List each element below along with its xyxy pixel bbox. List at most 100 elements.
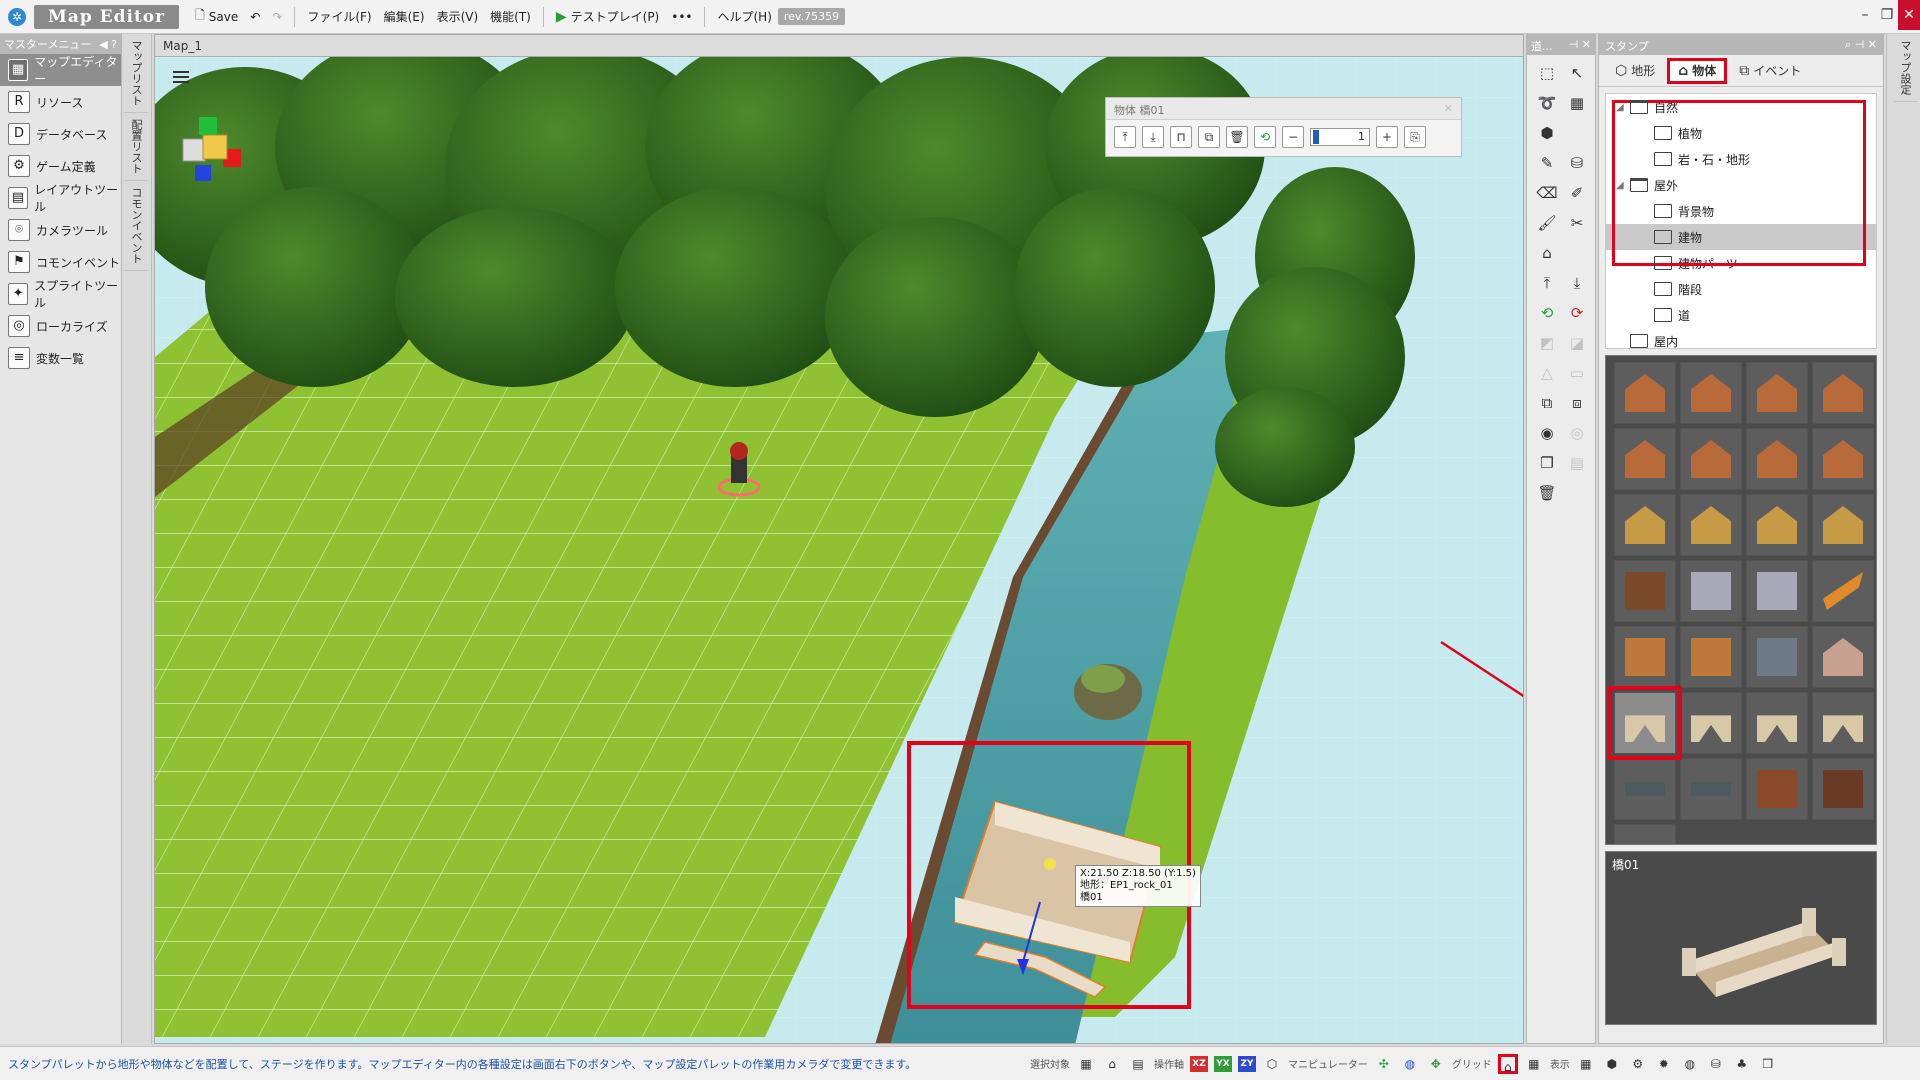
tree-item[interactable]: ◢ 屋外 bbox=[1606, 172, 1876, 198]
tree-item[interactable]: 植物 bbox=[1606, 120, 1876, 146]
save-button[interactable]: 🗋 Save bbox=[189, 4, 244, 30]
palette-item-hut-straw[interactable] bbox=[1614, 494, 1676, 556]
tab-object[interactable]: ⌂ 物体 bbox=[1667, 57, 1728, 84]
display-sun-icon[interactable]: ✹ bbox=[1654, 1054, 1674, 1074]
menu-item-game-definition[interactable]: ⚙ ゲーム定義 bbox=[0, 150, 121, 182]
lower-icon[interactable]: ⤓ bbox=[1142, 126, 1164, 148]
rotate-gizmo-icon[interactable]: ◍ bbox=[1400, 1054, 1420, 1074]
map-settings-tab[interactable]: マップ設定 bbox=[1886, 34, 1920, 1044]
palette-item-plank-dark-2[interactable] bbox=[1680, 758, 1742, 820]
tree-item[interactable]: 建物パーツ bbox=[1606, 250, 1876, 276]
eraser-icon[interactable]: ⌫ bbox=[1533, 179, 1561, 207]
rotate-tool-icon[interactable]: ⟲ bbox=[1533, 299, 1561, 327]
palette-item-house-dark-4[interactable] bbox=[1812, 428, 1874, 490]
palette-item-castle[interactable] bbox=[1680, 560, 1742, 622]
home-icon[interactable]: ⌂ bbox=[1533, 239, 1561, 267]
display-object-icon[interactable]: ⬢ bbox=[1602, 1054, 1622, 1074]
tab-placement-list[interactable]: 配置リスト bbox=[124, 113, 148, 181]
scale-gizmo-icon[interactable]: ✥ bbox=[1426, 1054, 1446, 1074]
menu-icon[interactable] bbox=[173, 69, 189, 83]
search-pin-close-icon[interactable]: ⌕ ⊣ ✕ bbox=[1845, 38, 1877, 52]
minimize-button[interactable]: – bbox=[1854, 0, 1876, 30]
tab-common-event[interactable]: コモンイベント bbox=[124, 181, 148, 271]
select-grid-icon[interactable]: ▦ bbox=[1076, 1054, 1096, 1074]
bucket-icon[interactable]: ⛁ bbox=[1563, 149, 1591, 177]
tree-item[interactable]: 階段 bbox=[1606, 276, 1876, 302]
tree-item[interactable]: 背景物 bbox=[1606, 198, 1876, 224]
palette-item-house-dark[interactable] bbox=[1614, 428, 1676, 490]
ground-icon[interactable]: ⊓ bbox=[1170, 126, 1192, 148]
tab-terrain[interactable]: ⬡ 地形 bbox=[1605, 58, 1665, 84]
close-icon[interactable]: ✕ bbox=[1444, 102, 1453, 115]
copy-icon[interactable]: ⧉ bbox=[1533, 389, 1561, 417]
lasso-icon[interactable]: ➰ bbox=[1533, 89, 1561, 117]
plus-icon[interactable]: + bbox=[1376, 126, 1398, 148]
display-globe-icon[interactable]: ◍ bbox=[1680, 1054, 1700, 1074]
menu-item-resource[interactable]: R リソース bbox=[0, 86, 121, 118]
palette-item-plank-dark[interactable] bbox=[1614, 758, 1676, 820]
minus-icon[interactable]: − bbox=[1282, 126, 1304, 148]
river-rock[interactable] bbox=[1074, 664, 1142, 720]
menu-view[interactable]: 表示(V) bbox=[431, 4, 485, 30]
palette-item-bridge-wood-2[interactable] bbox=[1812, 692, 1874, 754]
palette-item-banner-orange[interactable] bbox=[1812, 560, 1874, 622]
axis-xz-button[interactable]: XZ bbox=[1190, 1055, 1208, 1072]
grid-settings-icon[interactable]: ▦ bbox=[1524, 1054, 1544, 1074]
expand-arrow-icon[interactable]: ◢ bbox=[1616, 180, 1630, 191]
menu-item-database[interactable]: D データベース bbox=[0, 118, 121, 150]
palette-item-house-red-roof-2[interactable] bbox=[1680, 362, 1742, 424]
manipulator-icon[interactable]: ⬡ bbox=[1262, 1054, 1282, 1074]
redo-button[interactable]: ↷ bbox=[266, 4, 288, 30]
tree-item[interactable]: 岩・石・地形 bbox=[1606, 146, 1876, 172]
duplicate-tool-icon[interactable]: ❐ bbox=[1533, 449, 1561, 477]
rotate-icon[interactable]: ⟲ bbox=[1254, 126, 1276, 148]
palette-item-hut-straw-3[interactable] bbox=[1746, 494, 1808, 556]
palette-item-tunnel-mine[interactable] bbox=[1812, 758, 1874, 820]
raise-icon[interactable]: ⤒ bbox=[1114, 126, 1136, 148]
maximize-button[interactable]: ❐ bbox=[1876, 0, 1898, 30]
tree-item[interactable]: 道 bbox=[1606, 302, 1876, 328]
palette-item-bridge-stone[interactable] bbox=[1614, 692, 1676, 754]
menu-item-localize[interactable]: ◎ ローカライズ bbox=[0, 310, 121, 342]
select-event-icon[interactable]: ▤ bbox=[1128, 1054, 1148, 1074]
collapse-icon[interactable]: ◀ ? bbox=[99, 38, 117, 51]
move-gizmo-icon[interactable]: ✣ bbox=[1374, 1054, 1394, 1074]
menu-item-common-event[interactable]: ⚑ コモンイベント bbox=[0, 246, 121, 278]
palette-item-castle-2[interactable] bbox=[1746, 560, 1808, 622]
palette-item-chapel[interactable] bbox=[1812, 626, 1874, 688]
lower-tool-icon[interactable]: ⤓ bbox=[1563, 269, 1591, 297]
palette-item-windmill[interactable] bbox=[1614, 626, 1676, 688]
select-cursor-icon[interactable]: ↖ bbox=[1563, 59, 1591, 87]
export-icon[interactable]: ⎘ bbox=[1404, 126, 1426, 148]
menu-item-layout-tool[interactable]: ▤ レイアウトツール bbox=[0, 182, 121, 214]
view-icon[interactable]: ◉ bbox=[1533, 419, 1561, 447]
grid-toggle-icon[interactable]: ⌂ bbox=[1497, 1053, 1518, 1074]
palette-item-house-red-roof[interactable] bbox=[1614, 362, 1676, 424]
tree-item[interactable]: 建物 bbox=[1606, 224, 1876, 250]
menu-function[interactable]: 機能(T) bbox=[484, 4, 537, 30]
menu-item-camera-tool[interactable]: ⌾ カメラツール bbox=[0, 214, 121, 246]
select-object-icon[interactable]: ⌂ bbox=[1102, 1054, 1122, 1074]
menu-item-map-editor[interactable]: ▦ マップエディター bbox=[0, 54, 121, 86]
select-rect-icon[interactable]: ⬚ bbox=[1533, 59, 1561, 87]
palette-item-plank-dark-3[interactable] bbox=[1614, 824, 1676, 844]
palette-item-house-red-roof-3[interactable] bbox=[1746, 362, 1808, 424]
testplay-button[interactable]: ▶ テストプレイ(P) bbox=[550, 4, 665, 30]
more-button[interactable]: ••• bbox=[665, 4, 698, 30]
axis-zy-button[interactable]: ZY bbox=[1238, 1055, 1256, 1072]
menu-item-variable-list[interactable]: ≡ 変数一覧 bbox=[0, 342, 121, 374]
display-cylinder-icon[interactable]: ⛁ bbox=[1706, 1054, 1726, 1074]
object-pick-icon[interactable]: ⬢ bbox=[1533, 119, 1561, 147]
palette-item-hut-straw-2[interactable] bbox=[1680, 494, 1742, 556]
close-button[interactable]: ✕ bbox=[1898, 0, 1920, 30]
tab-map-list[interactable]: マップリスト bbox=[124, 34, 148, 113]
delete-icon[interactable]: 🗑 bbox=[1226, 126, 1248, 148]
map-scene[interactable] bbox=[155, 57, 1524, 1044]
pin-close-icon[interactable]: ⊣ ✕ bbox=[1569, 38, 1591, 52]
palette-item-windmill-2[interactable] bbox=[1680, 626, 1742, 688]
palette-item-house-dark-3[interactable] bbox=[1746, 428, 1808, 490]
raise-tool-icon[interactable]: ⤒ bbox=[1533, 269, 1561, 297]
display-cube-icon[interactable]: ❒ bbox=[1758, 1054, 1778, 1074]
expand-arrow-icon[interactable]: ◢ bbox=[1616, 102, 1630, 113]
rotate-red-icon[interactable]: ⟳ bbox=[1563, 299, 1591, 327]
